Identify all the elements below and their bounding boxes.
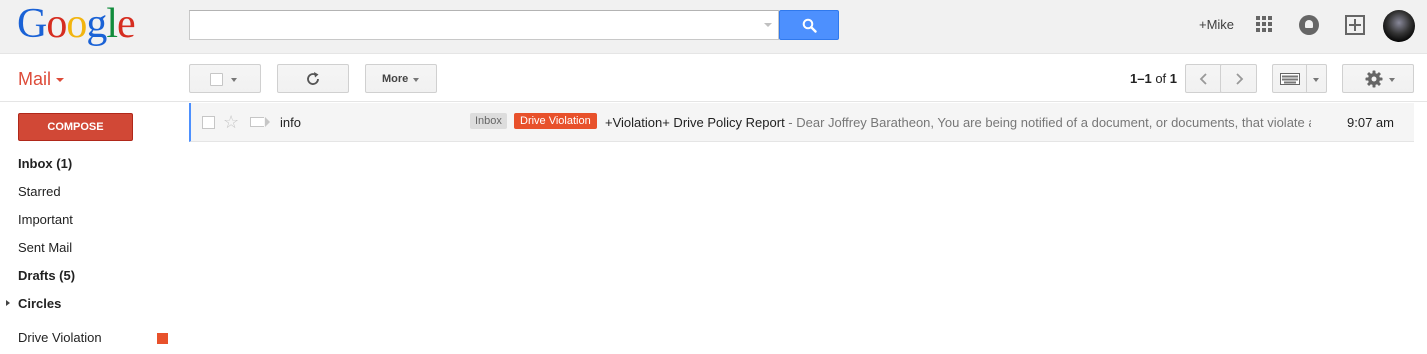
- pagination-of: of: [1155, 71, 1167, 86]
- email-subject-line: +Violation+ Drive Policy Report - Dear J…: [605, 115, 1311, 130]
- label-tag-inbox[interactable]: Inbox: [470, 113, 507, 129]
- sidebar-item-circles[interactable]: Circles: [18, 296, 61, 311]
- button-divider: [1306, 65, 1307, 92]
- pagination-range: 1–1: [1130, 71, 1152, 86]
- search-input[interactable]: [189, 10, 779, 40]
- compose-button[interactable]: COMPOSE: [18, 113, 133, 141]
- keyboard-icon: [1280, 73, 1300, 85]
- sidebar-item-sent-mail[interactable]: Sent Mail: [18, 240, 72, 255]
- action-bar: Mail More 1–1 of 1: [0, 54, 1427, 102]
- chevron-down-icon: [1389, 78, 1395, 82]
- mail-switcher[interactable]: Mail: [18, 69, 65, 90]
- chevron-down-icon: [231, 78, 237, 82]
- email-snippet: - Dear Joffrey Baratheon, You are being …: [784, 115, 1311, 130]
- chevron-right-icon: [1236, 73, 1244, 85]
- chevron-left-icon: [1199, 73, 1207, 85]
- input-tools-button[interactable]: [1272, 64, 1327, 93]
- important-marker-icon[interactable]: [250, 117, 270, 127]
- more-button[interactable]: More: [365, 64, 437, 93]
- chevron-down-icon: [56, 78, 65, 83]
- mail-label: Mail: [18, 69, 52, 89]
- settings-button[interactable]: [1342, 64, 1414, 93]
- sidebar-item-drafts[interactable]: Drafts (5): [18, 268, 75, 283]
- sidebar-item-inbox[interactable]: Inbox (1): [18, 156, 72, 171]
- apps-grid-icon[interactable]: [1256, 16, 1272, 32]
- search-icon: [802, 18, 817, 33]
- sidebar-label-drive-violation[interactable]: Drive Violation: [18, 330, 102, 345]
- row-checkbox[interactable]: [202, 116, 215, 129]
- label-color-swatch[interactable]: [157, 333, 168, 344]
- search-options-caret-icon[interactable]: [764, 23, 772, 27]
- newer-button[interactable]: [1185, 64, 1222, 93]
- share-plus-icon[interactable]: [1345, 15, 1365, 35]
- sidebar-item-starred[interactable]: Starred: [18, 184, 61, 199]
- google-logo[interactable]: Google: [17, 2, 136, 46]
- pagination-info: 1–1 of 1: [1130, 71, 1177, 86]
- label-tag-drive-violation[interactable]: Drive Violation: [514, 113, 597, 129]
- refresh-icon: [307, 72, 319, 85]
- pagination-total: 1: [1169, 71, 1178, 86]
- expand-arrow-icon[interactable]: [6, 300, 10, 306]
- user-profile-link[interactable]: +Mike: [1199, 17, 1234, 32]
- table-row[interactable]: ☆ info Inbox Drive Violation +Violation+…: [189, 103, 1414, 142]
- email-sender: info: [280, 115, 301, 130]
- notifications-bell-icon[interactable]: [1299, 15, 1319, 35]
- email-subject: +Violation+ Drive Policy Report: [605, 115, 785, 130]
- star-icon[interactable]: ☆: [223, 113, 239, 131]
- refresh-button[interactable]: [277, 64, 349, 93]
- select-all-button[interactable]: [189, 64, 261, 93]
- avatar[interactable]: [1383, 10, 1415, 42]
- gear-icon: [1365, 70, 1383, 88]
- chevron-down-icon: [413, 78, 419, 82]
- chevron-down-icon: [1313, 78, 1319, 82]
- sidebar-item-important[interactable]: Important: [18, 212, 73, 227]
- more-label: More: [382, 73, 409, 85]
- older-button[interactable]: [1220, 64, 1257, 93]
- top-bar: Google +Mike: [0, 0, 1427, 54]
- search-button[interactable]: [779, 10, 839, 40]
- email-time: 9:07 am: [1347, 115, 1394, 130]
- select-all-checkbox[interactable]: [210, 73, 223, 86]
